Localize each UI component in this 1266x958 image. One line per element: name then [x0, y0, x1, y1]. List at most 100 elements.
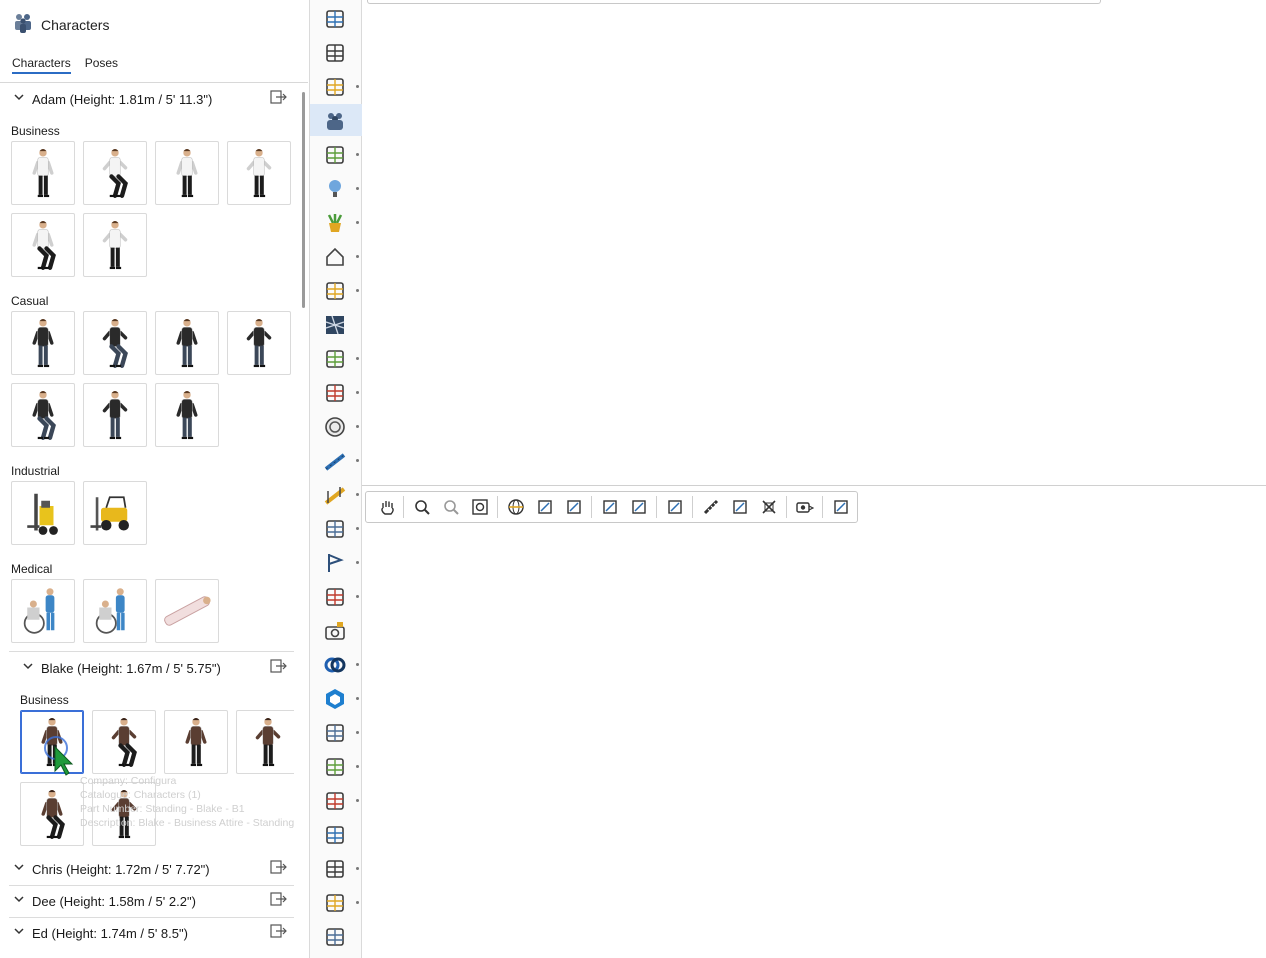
toolbar-rack-storage-button[interactable] [310, 512, 362, 544]
dropdown-dot[interactable] [356, 561, 359, 564]
dropdown-dot[interactable] [356, 527, 359, 530]
dropdown-dot[interactable] [356, 425, 359, 428]
pose-thumbnail[interactable] [155, 311, 219, 375]
pan-hand-button[interactable] [375, 496, 397, 518]
pose-thumbnail[interactable] [155, 141, 219, 205]
toolbar-rings-button[interactable] [310, 648, 362, 680]
dropdown-dot[interactable] [356, 901, 359, 904]
exit-icon[interactable] [270, 860, 290, 879]
toolbar-house-button[interactable] [310, 240, 362, 272]
exit-icon[interactable] [270, 892, 290, 911]
chevron-down-icon[interactable] [12, 892, 32, 911]
dropdown-dot[interactable] [356, 595, 359, 598]
toolbar-sketchup-button[interactable] [310, 682, 362, 714]
character-header[interactable]: Blake (Height: 1.67m / 5' 5.75") [9, 652, 294, 684]
toolbar-bath-button[interactable] [310, 70, 362, 102]
dropdown-dot[interactable] [356, 731, 359, 734]
pose-thumbnail[interactable] [92, 782, 156, 846]
camera-dropdown-button[interactable] [794, 496, 816, 518]
toolbar-texture-grid-button[interactable] [310, 308, 362, 340]
scrollbar[interactable] [302, 92, 305, 308]
pose-thumbnail[interactable] [11, 481, 75, 545]
toolbar-flag-button[interactable] [310, 546, 362, 578]
toolbar-lightbulb-button[interactable] [310, 172, 362, 204]
zoom-out-button[interactable] [440, 496, 462, 518]
pose-thumbnail[interactable] [155, 383, 219, 447]
zoom-in-button[interactable] [411, 496, 433, 518]
dropdown-dot[interactable] [356, 85, 359, 88]
dropdown-dot[interactable] [356, 663, 359, 666]
toolbar-characters-button[interactable] [310, 104, 362, 136]
walk-view-button[interactable] [563, 496, 585, 518]
dropdown-dot[interactable] [356, 255, 359, 258]
dropdown-dot[interactable] [356, 357, 359, 360]
measure-ruler-button[interactable] [700, 496, 722, 518]
toolbar-lamp-button[interactable] [310, 376, 362, 408]
dropdown-dot[interactable] [356, 799, 359, 802]
pose-thumbnail[interactable] [83, 213, 147, 277]
pose-thumbnail[interactable] [20, 782, 84, 846]
pose-thumbnail[interactable] [83, 481, 147, 545]
toolbar-drawer-stack-button[interactable] [310, 920, 362, 952]
pose-thumbnail[interactable] [11, 383, 75, 447]
toolbar-pallet-rack-button[interactable] [310, 716, 362, 748]
dropdown-dot[interactable] [356, 493, 359, 496]
toolbar-grid-shelf-button[interactable] [310, 852, 362, 884]
select-arrow-button[interactable] [599, 496, 621, 518]
toolbar-laptop-button[interactable] [310, 274, 362, 306]
dropdown-dot[interactable] [356, 697, 359, 700]
toolbar-shelf-frame-button[interactable] [310, 750, 362, 782]
pose-thumbnail[interactable] [11, 579, 75, 643]
dropdown-dot[interactable] [356, 221, 359, 224]
select-window-button[interactable] [628, 496, 650, 518]
tab-poses[interactable]: Poses [85, 56, 118, 74]
pose-thumbnail[interactable] [11, 141, 75, 205]
copy-select-button[interactable] [729, 496, 751, 518]
character-header[interactable]: Ed (Height: 1.74m / 5' 8.5") [9, 918, 294, 943]
toolbar-vr-glasses-button[interactable] [310, 2, 362, 34]
viewport-split-line[interactable] [362, 485, 1266, 486]
pose-thumbnail[interactable] [83, 141, 147, 205]
toolbar-fan-circle-button[interactable] [310, 410, 362, 442]
toolbar-conveyor-yellow-button[interactable] [310, 478, 362, 510]
tab-characters[interactable]: Characters [12, 56, 71, 74]
pose-thumbnail[interactable] [83, 383, 147, 447]
dropdown-dot[interactable] [356, 153, 359, 156]
pose-thumbnail[interactable] [155, 579, 219, 643]
dropdown-dot[interactable] [356, 459, 359, 462]
character-list[interactable]: Adam (Height: 1.81m / 5' 11.3") Business [0, 83, 294, 943]
pose-thumbnail[interactable] [11, 311, 75, 375]
pose-thumbnail[interactable] [227, 311, 291, 375]
chevron-down-icon[interactable] [12, 924, 32, 943]
chevron-down-icon[interactable] [12, 90, 32, 109]
character-header[interactable]: Dee (Height: 1.58m / 5' 2.2") [9, 886, 294, 918]
dropdown-dot[interactable] [356, 765, 359, 768]
pose-thumbnail[interactable] [11, 213, 75, 277]
exit-icon[interactable] [270, 924, 290, 943]
dropdown-dot[interactable] [356, 187, 359, 190]
orbit-globe-button[interactable] [505, 496, 527, 518]
character-header[interactable]: Adam (Height: 1.81m / 5' 11.3") [0, 83, 294, 115]
toolbar-robot-arm-button[interactable] [310, 342, 362, 374]
toolbar-kitchen-utensils-button[interactable] [310, 138, 362, 170]
delete-x-button[interactable] [758, 496, 780, 518]
toolbar-cube-3d-button[interactable] [310, 580, 362, 612]
pose-thumbnail[interactable] [164, 710, 228, 774]
chevron-down-icon[interactable] [21, 659, 41, 678]
pose-thumbnail[interactable] [83, 311, 147, 375]
exit-icon[interactable] [270, 658, 290, 678]
pose-thumbnail[interactable] [92, 710, 156, 774]
toolbar-plant-pot-button[interactable] [310, 206, 362, 238]
snap-corner-button[interactable] [664, 496, 686, 518]
pose-thumbnail[interactable] [236, 710, 294, 774]
toolbar-ladder-rack-button[interactable] [310, 784, 362, 816]
toolbar-cabinet-grid-button[interactable] [310, 886, 362, 918]
dropdown-dot[interactable] [356, 391, 359, 394]
toolbar-bench-button[interactable] [310, 818, 362, 850]
dropdown-dot[interactable] [356, 289, 359, 292]
zoom-extents-button[interactable] [469, 496, 491, 518]
focus-target-button[interactable] [830, 496, 852, 518]
character-header[interactable]: Chris (Height: 1.72m / 5' 7.72") [9, 854, 294, 886]
toolbar-tools-ruler-button[interactable] [310, 36, 362, 68]
exit-icon[interactable] [270, 89, 290, 109]
